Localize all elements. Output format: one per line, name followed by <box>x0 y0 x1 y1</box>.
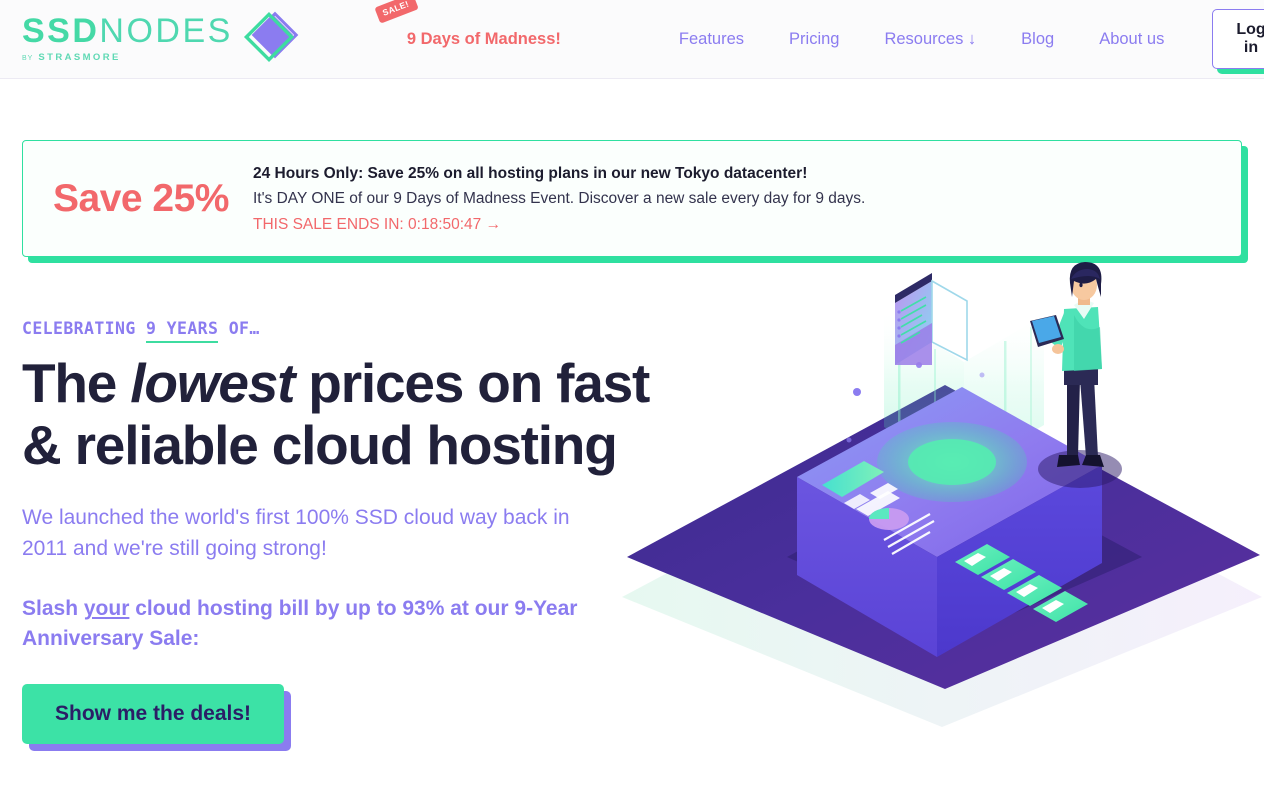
logo-ssd-text: SSD <box>22 12 100 50</box>
hero-eyebrow: CELEBRATING 9 YEARS OF… <box>22 319 682 343</box>
hero-paragraph-1: We launched the world's first 100% SSD c… <box>22 506 570 561</box>
logo-subtitle: BY STRASMORE <box>22 52 123 63</box>
site-logo[interactable]: SSDNODES BY STRASMORE <box>22 10 299 68</box>
floating-particles <box>846 362 1000 498</box>
banner-text-block: 24 Hours Only: Save 25% on all hosting p… <box>253 163 865 234</box>
isometric-platform <box>627 385 1260 689</box>
hero-content: CELEBRATING 9 YEARS OF… The lowest price… <box>22 313 682 744</box>
person-figure <box>1030 262 1122 488</box>
nav-sale-label: 9 Days of Madness! <box>406 29 561 48</box>
site-header: SSDNODES BY STRASMORE SALE! 9 Days of Ma… <box>0 0 1264 79</box>
light-beam <box>884 312 1044 472</box>
hero-paragraph-2: Slash your cloud hosting bill by up to 9… <box>22 594 587 654</box>
hero-eyebrow-highlight: 9 YEARS <box>146 319 219 343</box>
hero-title-italic: lowest <box>130 352 295 414</box>
server-box <box>797 387 1102 657</box>
floating-document-icon <box>895 273 968 365</box>
show-deals-button[interactable]: Show me the deals! <box>22 684 285 744</box>
banner-headline: 24 Hours Only: Save 25% on all hosting p… <box>252 164 808 182</box>
main-navigation: SALE! 9 Days of Madness! Features Pricin… <box>374 0 1264 69</box>
promo-banner-wrapper: Save 25% 24 Hours Only: Save 25% on all … <box>0 79 1264 257</box>
nav-item-about-us[interactable]: About us <box>1099 22 1164 57</box>
dashboard-widgets <box>822 461 935 555</box>
hero-title-part1: The <box>22 352 131 414</box>
nav-item-features[interactable]: Features <box>679 22 744 57</box>
logo-main-text: SSDNODES <box>22 12 233 50</box>
hero-p2-pre: Slash <box>22 597 84 621</box>
logo-parent-text: STRASMORE <box>38 52 121 63</box>
banner-save-amount: Save 25% <box>53 177 229 220</box>
logo-by-text: BY <box>22 55 34 62</box>
hero-eyebrow-post: OF… <box>218 319 260 338</box>
nav-item-blog[interactable]: Blog <box>1021 22 1054 57</box>
nav-item-9-days-of-madness[interactable]: SALE! 9 Days of Madness! <box>374 0 561 57</box>
nav-item-pricing[interactable]: Pricing <box>789 22 839 57</box>
logo-nodes-text: NODES <box>99 12 233 50</box>
logo-diamond-icon <box>241 10 299 68</box>
banner-countdown-link[interactable]: THIS SALE ENDS IN: 0:18:50:47 → <box>253 215 501 234</box>
login-button[interactable]: Log in <box>1212 9 1264 69</box>
hero-section: CELEBRATING 9 YEARS OF… The lowest price… <box>0 257 1264 744</box>
nav-item-resources[interactable]: Resources ↓ <box>884 22 976 57</box>
hero-illustration <box>612 257 1264 727</box>
hero-p2-underline: your <box>83 597 130 621</box>
hero-eyebrow-pre: CELEBRATING <box>22 319 147 338</box>
data-cards <box>955 544 1088 622</box>
sale-badge: SALE! <box>374 0 418 23</box>
logo-wordmark: SSDNODES BY STRASMORE <box>22 14 233 64</box>
platform-shadow <box>622 427 1262 727</box>
promo-banner: Save 25% 24 Hours Only: Save 25% on all … <box>22 140 1242 257</box>
hero-title: The lowest prices on fast & reliable clo… <box>22 352 682 476</box>
banner-subline: It's DAY ONE of our 9 Days of Madness Ev… <box>252 190 866 208</box>
